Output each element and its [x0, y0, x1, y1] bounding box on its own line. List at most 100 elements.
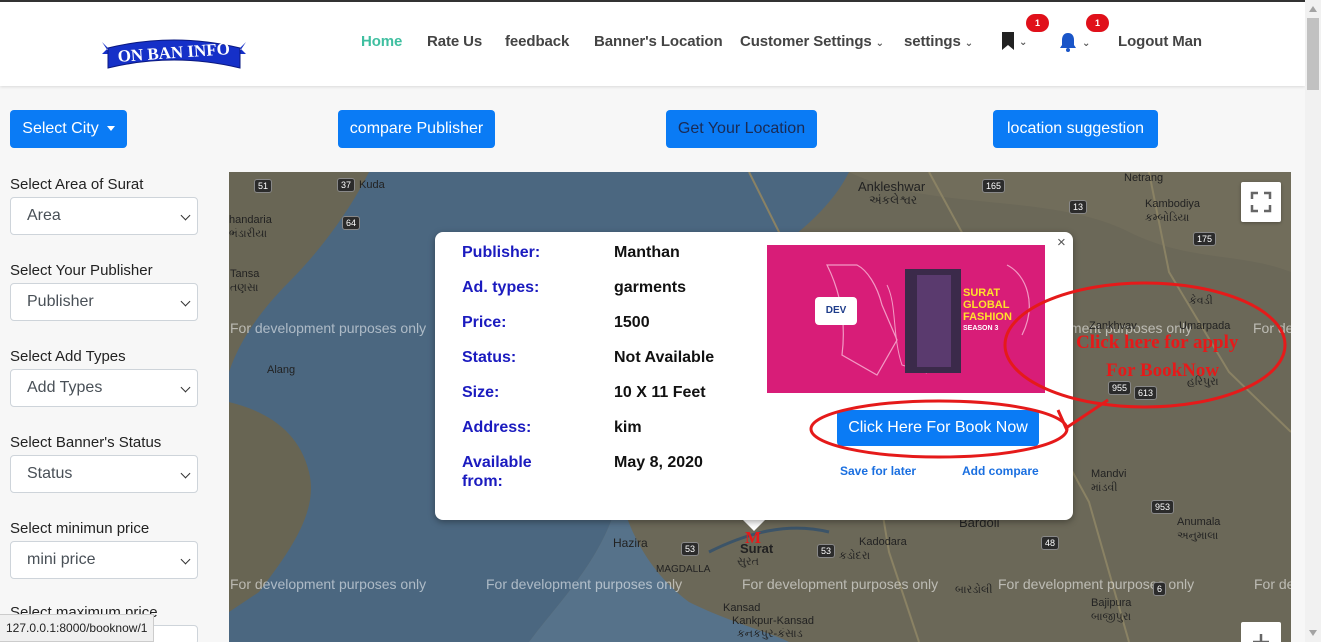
select-city-button[interactable]: Select City: [10, 110, 127, 148]
annotation-text-line1: Click here for apply: [1076, 332, 1239, 353]
map-place: Kuda: [359, 179, 385, 191]
map-place: Kadodara: [859, 536, 907, 548]
location-suggestion-button[interactable]: location suggestion: [993, 110, 1158, 148]
scroll-down-icon[interactable]: [1309, 630, 1317, 636]
add-compare-link[interactable]: Add compare: [962, 464, 1039, 478]
get-location-button[interactable]: Get Your Location: [666, 110, 817, 148]
compare-publisher-button[interactable]: compare Publisher: [338, 110, 495, 148]
scroll-up-icon[interactable]: [1309, 6, 1317, 12]
nav-bookmark[interactable]: ⌄: [1001, 32, 1028, 51]
status-select[interactable]: Status: [10, 455, 198, 493]
bookmark-count-badge: 1: [1026, 14, 1049, 32]
map-watermark: For development purposes only: [230, 320, 427, 336]
nav-logout[interactable]: Logout Man: [1118, 33, 1202, 50]
map-watermark: For development purposes only: [1254, 576, 1291, 592]
address-value: kim: [614, 419, 642, 436]
map-fullscreen-button[interactable]: [1241, 182, 1281, 222]
road-number-badge: 165: [982, 179, 1006, 193]
nav-settings-label: settings: [904, 33, 961, 50]
map-place: બારડોલી: [955, 584, 993, 596]
nav-banners-location[interactable]: Banner's Location: [594, 33, 723, 50]
map-place: તણસા: [230, 282, 259, 294]
publisher-label: Select Your Publisher: [10, 262, 153, 279]
bookmark-icon: [1002, 32, 1014, 51]
plus-icon: [1253, 634, 1269, 642]
map-watermark: For development purposes only: [1253, 320, 1291, 336]
nav-customer-settings-label: Customer Settings: [740, 33, 872, 50]
available-key-line1: Available: [462, 454, 532, 471]
road-number-badge: 6: [1153, 582, 1167, 596]
size-value: 10 X 11 Feet: [614, 384, 706, 401]
close-icon[interactable]: ×: [1057, 234, 1066, 251]
fullscreen-icon: [1250, 191, 1272, 213]
status-value: Not Available: [614, 349, 715, 366]
map-place: કમ્બોડિયા: [1145, 212, 1190, 224]
scroll-thumb[interactable]: [1307, 18, 1319, 90]
map-place: MAGDALLA: [656, 564, 711, 575]
status-select-value: Status: [27, 465, 73, 482]
map-place: કેવડી: [1189, 295, 1213, 307]
map-place: કડોદરા: [839, 550, 871, 562]
map-place: અંકલેશ્વર: [869, 193, 918, 207]
nav-feedback[interactable]: feedback: [505, 33, 569, 50]
map-place: Anumala: [1177, 516, 1221, 528]
nav-settings[interactable]: settings ⌄: [904, 33, 973, 50]
add-types-select[interactable]: Add Types: [10, 369, 198, 407]
publisher-value: Manthan: [614, 244, 680, 261]
map-watermark: For development purposes only: [486, 576, 683, 592]
price-value: 1500: [614, 314, 650, 331]
nav-customer-settings[interactable]: Customer Settings ⌄: [740, 33, 884, 50]
status-key: Status:: [462, 349, 517, 366]
map-place: Alang: [267, 364, 296, 376]
road-number-badge: 53: [681, 542, 700, 556]
add-types-select-value: Add Types: [27, 379, 103, 396]
min-price-select[interactable]: mini price: [10, 541, 198, 579]
chevron-down-icon: [180, 382, 191, 393]
book-now-button[interactable]: Click Here For Book Now: [837, 410, 1039, 446]
page-scrollbar[interactable]: [1305, 0, 1321, 642]
available-value: May 8, 2020: [614, 454, 703, 471]
ad-brand-text: DEV: [825, 305, 847, 316]
map-place: કનકપુર-કંસાડ: [737, 628, 803, 640]
navbar: ON BAN INFO Home Rate Us feedback Banner…: [0, 2, 1305, 86]
notification-count-badge: 1: [1086, 14, 1109, 32]
chevron-down-icon: [180, 296, 191, 307]
adtypes-key: Ad. types:: [462, 279, 540, 296]
publisher-select[interactable]: Publisher: [10, 283, 198, 321]
area-select[interactable]: Area: [10, 197, 198, 235]
map-zoom-in-button[interactable]: [1241, 622, 1281, 642]
map-place: ભંડારીયા: [229, 228, 268, 240]
annotation-text-line2: For BookNow: [1106, 360, 1220, 381]
nav-notifications[interactable]: ⌄: [1058, 32, 1090, 52]
map-watermark: For development purposes only: [230, 576, 427, 592]
ad-title-line3: FASHION: [963, 311, 1012, 323]
chevron-down-icon: [180, 210, 191, 221]
nav-home[interactable]: Home: [361, 33, 402, 50]
save-for-later-link[interactable]: Save for later: [840, 464, 916, 478]
brand-logo[interactable]: ON BAN INFO: [98, 34, 250, 74]
chevron-down-icon: [180, 554, 191, 565]
map-place: Tansa: [230, 268, 260, 280]
nav-rate-us[interactable]: Rate Us: [427, 33, 482, 50]
map-place: સુરત: [737, 556, 759, 568]
map-place: Ankleshwar: [858, 179, 926, 194]
price-key: Price:: [462, 314, 507, 331]
chevron-down-icon: ⌄: [1019, 37, 1028, 48]
popup-pointer: [742, 519, 766, 531]
bell-icon: [1060, 33, 1076, 52]
road-number-badge: 175: [1193, 232, 1217, 246]
chevron-down-icon: ⌄: [1082, 37, 1091, 49]
map-place: Bajipura: [1091, 597, 1132, 609]
road-number-badge: 53: [817, 544, 836, 558]
caret-down-icon: [106, 126, 115, 132]
map-place: Umarpada: [1179, 320, 1231, 332]
select-city-label: Select City: [22, 120, 99, 137]
ad-brand-logo: DEV: [815, 297, 857, 325]
road-number-badge: 953: [1151, 500, 1175, 514]
ad-season: SEASON 3: [963, 325, 999, 332]
road-number-badge: 51: [254, 179, 273, 193]
add-types-label: Select Add Types: [10, 348, 126, 365]
map-place: અનુમાલા: [1177, 530, 1219, 542]
map-place: Kambodiya: [1145, 198, 1201, 210]
chevron-down-icon: ⌄: [964, 38, 973, 49]
